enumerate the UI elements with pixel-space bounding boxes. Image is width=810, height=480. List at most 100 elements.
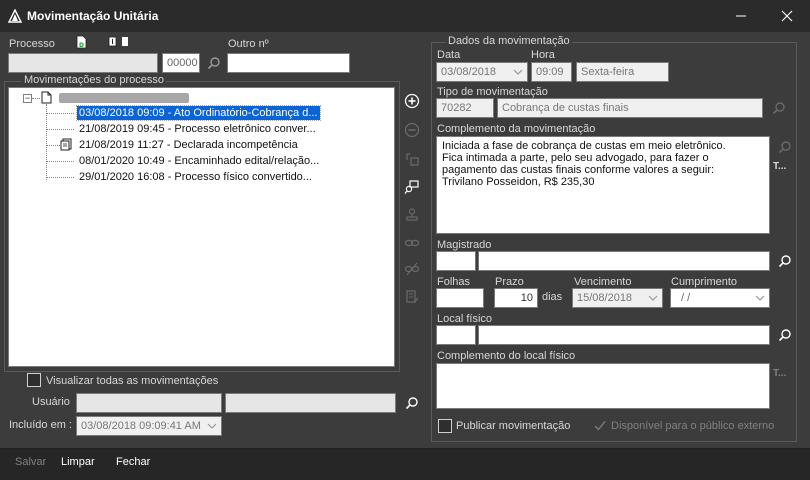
dias-label: dias [542,291,563,303]
movimentacoes-label: Movimentações do processo [22,74,167,86]
data-label: Data [437,49,461,61]
close-button[interactable] [764,0,810,32]
salvar-button[interactable]: Salvar [15,456,46,468]
attachment-icon [60,138,72,151]
usuario-label: Usuário [32,396,70,408]
processo-physical-icon[interactable] [108,36,132,48]
title-bar: Movimentação Unitária [0,0,810,32]
text-template-button[interactable]: T... [773,161,786,172]
chevron-down-icon [513,69,523,75]
local-fisico-search-button[interactable] [776,326,794,344]
complemento-movimentacao-label: Complemento da movimentação [437,123,596,135]
movimentacoes-tree[interactable]: − 03/08/2018 09:09 - Ato Ordinatório-Cob… [8,87,395,367]
usuario-id-field[interactable] [76,393,222,413]
local-fisico-code-field[interactable] [436,325,476,345]
chevron-down-icon [207,423,217,429]
stamp-button[interactable] [403,206,421,224]
remove-movimentacao-button[interactable] [403,121,421,139]
incluido-em-label: Incluído em : [9,419,72,431]
tree-item[interactable]: 21/08/2019 09:45 - Processo eletrônico c… [77,122,318,136]
visualizar-todas-checkbox[interactable] [27,373,41,387]
vencimento-field: 15/08/2018 [572,288,663,308]
add-movimentacao-button[interactable] [403,92,421,110]
document-icon [41,91,52,104]
tipo-search-button[interactable] [770,99,788,117]
tipo-movimentacao-label: Tipo de movimentação [437,86,548,98]
dia-semana-field: Sexta-feira [576,62,669,82]
incluido-em-field: 03/08/2018 09:09:41 AM [76,416,222,436]
prazo-input[interactable]: 10 [494,288,538,308]
tree-item[interactable]: 08/01/2020 10:49 - Encaminhado edital/re… [77,154,321,168]
tree-collapse-toggle[interactable]: − [23,94,32,103]
processo-suffix-field[interactable]: 00000 [162,53,200,73]
data-field[interactable]: 03/08/2018 [436,62,528,82]
magistrado-code-field[interactable] [436,251,476,271]
disponivel-publico-label: Disponível para o público externo [611,420,775,432]
document-search-icon [404,180,419,194]
minus-circle-icon [404,122,420,138]
text-template-local-button[interactable]: T... [773,368,786,379]
magistrado-search-button[interactable] [776,252,794,270]
vencimento-label: Vencimento [574,276,632,288]
checkmark-icon [594,421,606,431]
prazo-label: Prazo [495,276,524,288]
outro-numero-label: Outro nº [228,38,269,50]
tipo-descricao-field[interactable]: Cobrança de custas finais [497,98,763,118]
limpar-button[interactable]: Limpar [61,456,95,468]
chevron-down-icon [755,295,765,301]
minimize-icon [736,15,746,17]
usuario-search-button[interactable] [403,394,421,412]
move-icon [406,153,419,166]
complemento-local-label: Complemento do local físico [437,350,576,362]
link-document-button[interactable] [403,178,421,196]
usuario-name-field[interactable] [225,393,396,413]
local-fisico-name-field[interactable] [478,325,770,345]
tree-item[interactable]: 29/01/2020 16:08 - Processo físico conve… [77,170,314,184]
folhas-input[interactable] [436,288,484,308]
hora-field[interactable]: 09:09 [531,62,572,82]
search-icon [207,57,220,70]
link-icon [404,239,420,247]
search-icon [778,255,791,268]
tipo-codigo-field[interactable]: 70282 [436,98,494,118]
window-title: Movimentação Unitária [27,9,159,23]
unlink-button[interactable] [403,260,421,278]
tree-item[interactable]: 03/08/2018 09:09 - Ato Ordinatório-Cobra… [76,105,321,121]
folhas-label: Folhas [437,276,471,288]
complemento-search-button[interactable] [776,138,794,156]
chevron-down-icon [648,295,658,301]
edit-document-button[interactable] [403,288,421,306]
complemento-movimentacao-textarea[interactable]: Iniciada a fase de cobrança de custas em… [436,136,770,234]
hora-label: Hora [531,49,555,61]
publicar-movimentacao-label: Publicar movimentação [456,420,571,432]
tree-root-label [59,93,189,103]
local-fisico-label: Local físico [437,313,493,325]
complemento-local-textarea[interactable] [436,363,770,409]
processo-search-button[interactable] [205,54,223,72]
move-movimentacao-button[interactable] [403,150,421,168]
app-logo-icon [8,9,22,23]
cumprimento-field[interactable]: / / [670,288,770,308]
magistrado-name-field[interactable] [478,251,770,271]
unlink-icon [404,262,420,276]
publicar-movimentacao-checkbox[interactable] [438,419,452,433]
fechar-button[interactable]: Fechar [116,456,150,468]
magistrado-label: Magistrado [437,239,492,251]
search-icon [405,397,418,410]
edit-document-icon [406,290,419,304]
plus-circle-icon [404,93,420,109]
close-icon [781,10,793,22]
dados-movimentacao-title: Dados da movimentação [446,35,572,47]
processo-digital-icon[interactable]: D [74,35,88,49]
outro-numero-input[interactable] [227,53,350,73]
movimentacao-window: Movimentação Unitária Processo D 00000 O… [0,0,810,480]
search-icon [772,102,785,115]
cumprimento-label: Cumprimento [671,276,738,288]
minimize-button[interactable] [718,0,764,32]
svg-text:D: D [79,42,84,49]
search-icon [778,141,791,154]
processo-number-field[interactable] [8,53,158,73]
link-button[interactable] [403,234,421,252]
tree-item[interactable]: 21/08/2019 11:27 - Declarada incompetênc… [77,138,300,152]
processo-label: Processo [9,38,55,50]
